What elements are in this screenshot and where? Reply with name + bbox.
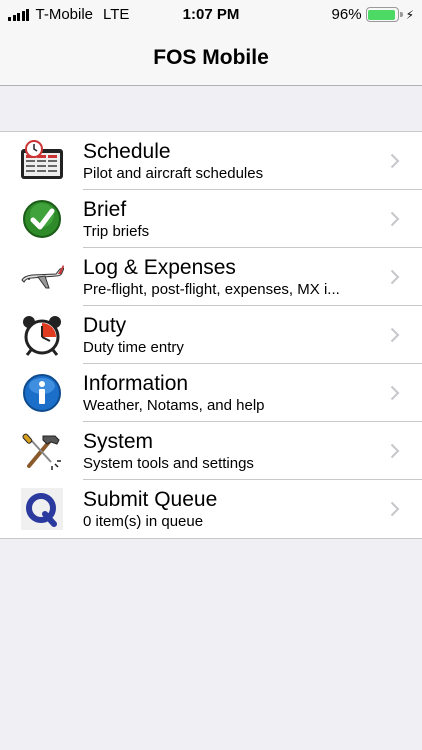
menu-item-title: Schedule xyxy=(83,140,171,163)
menu-item-subtitle: System tools and settings xyxy=(83,455,254,472)
menu-item-subtitle: Trip briefs xyxy=(83,223,150,240)
menu-item-title: Submit Queue xyxy=(83,488,218,511)
battery-percent: 96% xyxy=(331,6,362,23)
menu-item-subtitle: 0 item(s) in queue xyxy=(83,513,204,530)
menu-item-log-expenses[interactable]: Log & Expenses Pre-flight, post-flight, … xyxy=(0,248,422,306)
menu-item-brief[interactable]: Brief Trip briefs xyxy=(0,190,422,248)
charging-bolt-icon: ⚡ xyxy=(405,7,414,22)
alarm-clock-icon xyxy=(20,314,64,356)
hammer-screwdriver-icon xyxy=(20,430,64,472)
queue-q-icon xyxy=(20,488,64,530)
chevron-right-icon xyxy=(390,327,400,343)
menu-item-subtitle: Duty time entry xyxy=(83,339,184,356)
page-title: FOS Mobile xyxy=(153,45,269,69)
chevron-right-icon xyxy=(390,501,400,517)
status-bar: T-Mobile LTE 1:07 PM 96% ⚡ xyxy=(0,0,422,30)
calendar-clock-icon xyxy=(20,140,64,182)
chevron-right-icon xyxy=(390,211,400,227)
menu-item-subtitle: Pre-flight, post-flight, expenses, MX i.… xyxy=(83,281,340,298)
chevron-right-icon xyxy=(390,269,400,285)
info-icon xyxy=(20,372,64,414)
menu-item-submit-queue[interactable]: Submit Queue 0 item(s) in queue xyxy=(0,480,422,538)
chevron-right-icon xyxy=(390,443,400,459)
main-menu-list: Schedule Pilot and aircraft schedules Br… xyxy=(0,131,422,539)
airplane-icon xyxy=(20,256,64,298)
status-bar-right: 96% ⚡ xyxy=(332,6,414,23)
chevron-right-icon xyxy=(390,153,400,169)
checkmark-icon xyxy=(20,198,64,240)
menu-item-title: System xyxy=(83,430,154,453)
menu-item-information[interactable]: Information Weather, Notams, and help xyxy=(0,364,422,422)
menu-item-duty[interactable]: Duty Duty time entry xyxy=(0,306,422,364)
menu-item-title: Log & Expenses xyxy=(83,256,236,279)
menu-item-subtitle: Pilot and aircraft schedules xyxy=(83,165,264,182)
chevron-right-icon xyxy=(390,385,400,401)
navigation-bar: FOS Mobile xyxy=(0,30,422,86)
menu-item-title: Information xyxy=(83,372,189,395)
menu-item-schedule[interactable]: Schedule Pilot and aircraft schedules xyxy=(0,132,422,190)
menu-item-title: Brief xyxy=(83,198,127,221)
menu-item-title: Duty xyxy=(83,314,127,337)
battery-icon xyxy=(365,7,403,22)
menu-item-subtitle: Weather, Notams, and help xyxy=(83,397,265,414)
menu-item-system[interactable]: System System tools and settings xyxy=(0,422,422,480)
